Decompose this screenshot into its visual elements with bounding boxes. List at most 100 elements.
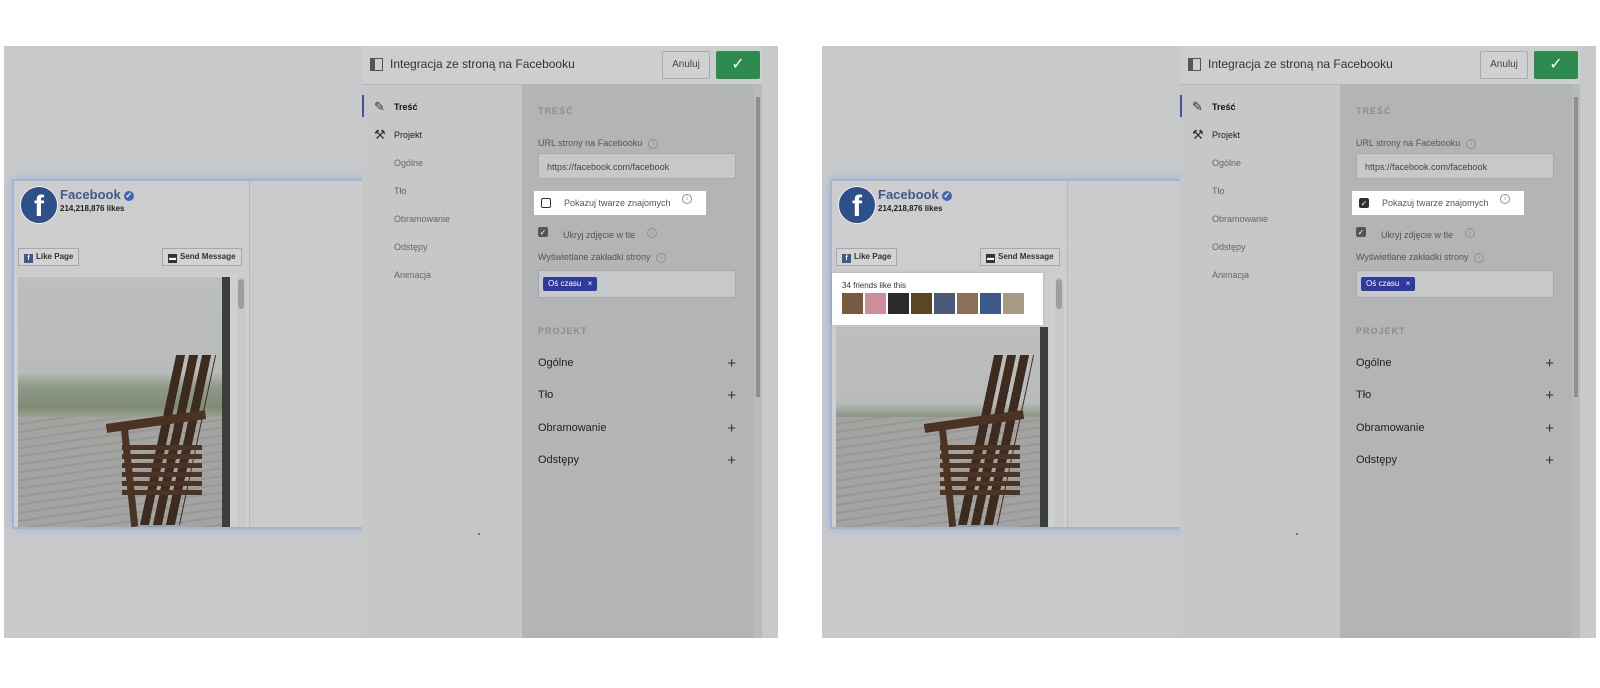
plus-icon[interactable]: + <box>727 420 736 437</box>
info-icon[interactable]: i <box>648 138 659 149</box>
url-input[interactable]: https://facebook.com/facebook <box>1356 153 1554 179</box>
plus-icon[interactable]: + <box>1545 452 1554 469</box>
accordion-ogolne[interactable]: Ogólne + <box>1356 355 1556 372</box>
nav-item-odstepy[interactable]: Odstępy <box>1212 242 1246 252</box>
info-icon[interactable]: i <box>1474 252 1485 263</box>
hide-cover-checkbox[interactable]: ✓ <box>538 227 548 237</box>
nav-item-projekt[interactable]: Projekt <box>394 130 422 140</box>
nav-item-obramowanie[interactable]: Obramowanie <box>394 214 450 224</box>
widget-scrollbar[interactable] <box>1055 277 1064 527</box>
panel-nav: ✎ Treść ⚒ Projekt Ogólne Tło Obramowanie… <box>1180 85 1340 638</box>
tab-tag-os-czasu: Oś czasu × <box>543 277 598 291</box>
facebook-likes-count: 214,218,876 likes <box>60 204 125 213</box>
tab-tag-os-czasu: Oś czasu × <box>1361 277 1416 291</box>
plus-icon[interactable]: + <box>1545 355 1554 372</box>
nav-item-animacja[interactable]: Animacja <box>1212 270 1249 280</box>
accordion-odstepy[interactable]: Odstępy + <box>538 452 738 469</box>
accordion-obramowanie[interactable]: Obramowanie + <box>538 420 738 437</box>
like-page-button[interactable]: f Like Page <box>18 248 80 266</box>
friend-avatar[interactable] <box>934 293 955 314</box>
like-page-button[interactable]: f Like Page <box>836 248 898 266</box>
facebook-logo-icon[interactable]: f <box>20 186 58 224</box>
show-faces-checkbox[interactable] <box>541 198 551 208</box>
nav-active-indicator <box>362 95 364 117</box>
plus-icon[interactable]: + <box>727 355 736 372</box>
nav-item-tresc[interactable]: Treść <box>394 102 418 112</box>
friend-avatar[interactable] <box>888 293 909 314</box>
show-faces-label[interactable]: Pokazuj twarze znajomych <box>564 198 671 208</box>
url-input[interactable]: https://facebook.com/facebook <box>538 153 736 179</box>
info-icon[interactable]: i <box>1465 228 1476 238</box>
plus-icon[interactable]: + <box>1545 420 1554 437</box>
friend-avatar[interactable] <box>842 293 863 314</box>
widget-empty-area <box>250 181 374 527</box>
plus-icon[interactable]: + <box>1545 387 1554 404</box>
nav-item-tlo[interactable]: Tło <box>394 186 407 196</box>
cancel-button[interactable]: Anuluj <box>1480 51 1528 79</box>
facebook-page-widget: f Facebook ✓ 214,218,876 likes f Like Page… <box>14 181 374 527</box>
panel-layout-icon <box>370 58 383 71</box>
panel-scrollbar[interactable] <box>1572 85 1580 638</box>
nav-item-tresc[interactable]: Treść <box>1212 102 1236 112</box>
confirm-button[interactable]: ✓ <box>716 51 760 79</box>
tabs-select[interactable]: Oś czasu × <box>1356 270 1554 298</box>
info-icon[interactable]: i <box>647 228 658 238</box>
friend-avatar[interactable] <box>911 293 932 314</box>
section-tresc-heading: TREŚĆ <box>538 106 574 116</box>
tabs-select[interactable]: Oś czasu × <box>538 270 736 298</box>
show-faces-checkbox[interactable]: ✓ <box>1359 198 1369 208</box>
facebook-header: f Facebook ✓ 214,218,876 likes <box>14 181 249 239</box>
show-faces-label[interactable]: Pokazuj twarze znajomych <box>1382 198 1489 208</box>
accordion-tlo[interactable]: Tło + <box>538 387 738 404</box>
nav-item-tlo[interactable]: Tło <box>1212 186 1225 196</box>
nav-item-projekt[interactable]: Projekt <box>1212 130 1240 140</box>
widget-empty-area <box>1068 181 1192 527</box>
nav-item-animacja[interactable]: Animacja <box>394 270 431 280</box>
nav-item-ogolne[interactable]: Ogólne <box>1212 158 1241 168</box>
brush-icon: ⚒ <box>1192 127 1204 142</box>
hide-cover-label[interactable]: Ukryj zdjęcie w tle i <box>563 228 658 240</box>
friend-avatar[interactable] <box>1003 293 1024 314</box>
remove-tag-icon[interactable]: × <box>1406 279 1411 288</box>
facebook-card: f Facebook ✓ 214,218,876 likes f Like Page… <box>14 181 250 527</box>
info-icon[interactable]: i <box>656 252 667 263</box>
friend-avatar[interactable] <box>957 293 978 314</box>
accordion-obramowanie[interactable]: Obramowanie + <box>1356 420 1556 437</box>
nav-item-odstepy[interactable]: Odstępy <box>394 242 428 252</box>
plus-icon[interactable]: + <box>727 387 736 404</box>
info-icon[interactable]: i <box>682 194 692 204</box>
facebook-page-name[interactable]: Facebook ✓ <box>878 187 952 202</box>
nav-item-ogolne[interactable]: Ogólne <box>394 158 423 168</box>
widget-scrollbar[interactable] <box>237 277 246 527</box>
facebook-logo-icon[interactable]: f <box>838 186 876 224</box>
send-message-button[interactable]: ▬ Send Message <box>980 248 1060 266</box>
edit-icon: ✎ <box>374 99 385 114</box>
tabs-label: Wyświetlane zakładki strony i <box>538 252 667 263</box>
section-projekt-heading: PROJEKT <box>1356 326 1406 336</box>
info-icon[interactable]: i <box>1466 138 1477 149</box>
verified-badge-icon: ✓ <box>123 190 134 201</box>
url-label: URL strony na Facebooku i <box>538 138 659 149</box>
confirm-button[interactable]: ✓ <box>1534 51 1578 79</box>
panel-scrollbar[interactable] <box>754 85 762 638</box>
panel-title: Integracja ze stroną na Facebooku <box>1208 57 1393 71</box>
plus-icon[interactable]: + <box>727 452 736 469</box>
url-label: URL strony na Facebooku i <box>1356 138 1477 149</box>
panel-header: Integracja ze stroną na Facebooku Anuluj… <box>362 46 762 85</box>
accordion-tlo[interactable]: Tło + <box>1356 387 1556 404</box>
accordion-ogolne[interactable]: Ogólne + <box>538 355 738 372</box>
send-message-button[interactable]: ▬ Send Message <box>162 248 242 266</box>
friend-avatar[interactable] <box>865 293 886 314</box>
info-icon[interactable]: i <box>1500 194 1510 204</box>
verified-badge-icon: ✓ <box>941 190 952 201</box>
check-icon: ✓ <box>1549 56 1563 73</box>
cancel-button[interactable]: Anuluj <box>662 51 710 79</box>
friend-avatar[interactable] <box>980 293 1001 314</box>
accordion-odstepy[interactable]: Odstępy + <box>1356 452 1556 469</box>
remove-tag-icon[interactable]: × <box>588 279 593 288</box>
facebook-page-name[interactable]: Facebook ✓ <box>60 187 134 202</box>
section-tresc-heading: TREŚĆ <box>1356 106 1392 116</box>
hide-cover-checkbox[interactable]: ✓ <box>1356 227 1366 237</box>
hide-cover-label[interactable]: Ukryj zdjęcie w tle i <box>1381 228 1476 240</box>
nav-item-obramowanie[interactable]: Obramowanie <box>1212 214 1268 224</box>
